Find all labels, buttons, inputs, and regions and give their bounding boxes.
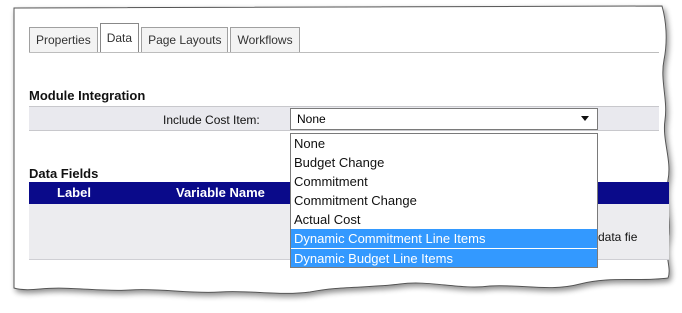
page: Properties Data Page Layouts Workflows M… xyxy=(0,0,682,313)
cost-item-dropdown-list: None Budget Change Commitment Commitment… xyxy=(290,133,598,268)
module-integration-title: Module Integration xyxy=(29,88,146,103)
tab-data[interactable]: Data xyxy=(99,23,140,52)
column-header-label[interactable]: Label xyxy=(57,185,91,200)
dropdown-option-actual-cost[interactable]: Actual Cost xyxy=(291,210,597,229)
dropdown-option-commitment-change[interactable]: Commitment Change xyxy=(291,191,597,210)
dropdown-option-dynamic-commitment-line-items[interactable]: Dynamic Commitment Line Items xyxy=(291,229,597,248)
empty-table-message: data fie xyxy=(598,230,638,244)
include-cost-item-label: Include Cost Item: xyxy=(163,113,260,127)
chevron-down-icon[interactable] xyxy=(581,116,589,121)
tab-bar: Properties Data Page Layouts Workflows xyxy=(29,23,302,52)
dropdown-option-commitment[interactable]: Commitment xyxy=(291,172,597,191)
column-header-variable-name[interactable]: Variable Name xyxy=(176,185,265,200)
tab-workflows[interactable]: Workflows xyxy=(230,27,300,52)
select-value: None xyxy=(297,112,326,126)
tab-divider xyxy=(29,52,659,53)
data-fields-title: Data Fields xyxy=(29,166,99,181)
dropdown-option-none[interactable]: None xyxy=(291,134,597,153)
tab-page-layouts[interactable]: Page Layouts xyxy=(141,27,229,52)
tab-properties[interactable]: Properties xyxy=(29,27,98,52)
dropdown-option-dynamic-budget-line-items[interactable]: Dynamic Budget Line Items xyxy=(291,248,597,267)
dropdown-option-budget-change[interactable]: Budget Change xyxy=(291,153,597,172)
include-cost-item-select[interactable]: None xyxy=(290,108,598,130)
